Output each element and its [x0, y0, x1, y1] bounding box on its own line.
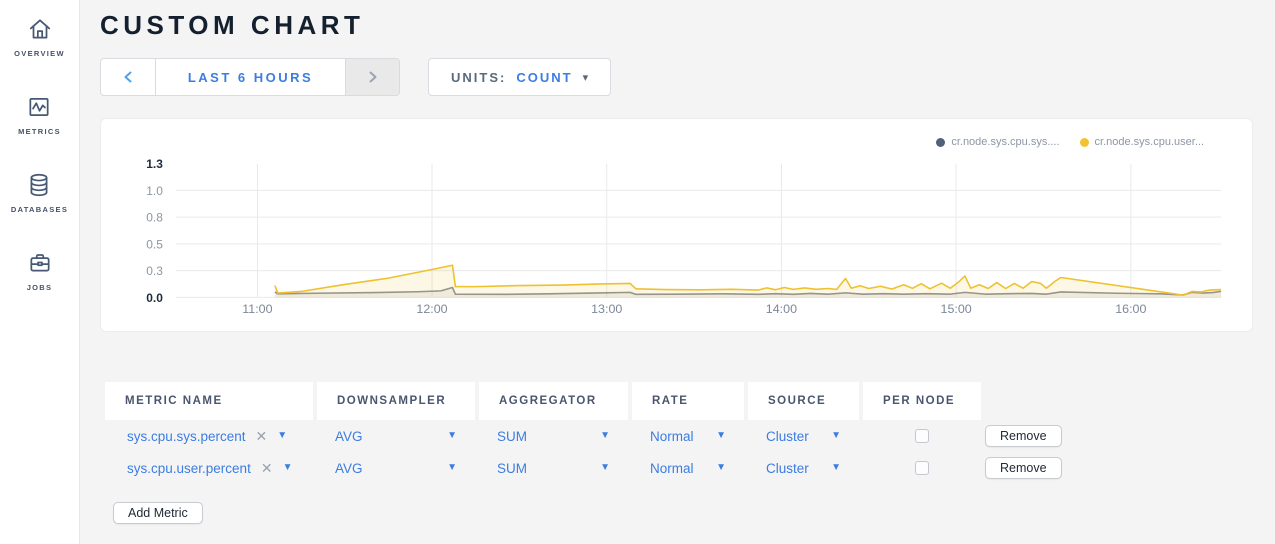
- metric-name-value: sys.cpu.user.percent: [127, 461, 251, 476]
- chevron-down-icon: ▼: [277, 431, 287, 441]
- metric-name-dropdown[interactable]: sys.cpu.sys.percent ✕ ▼: [105, 420, 313, 452]
- sidebar-item-label: OVERVIEW: [14, 49, 65, 58]
- per-node-checkbox[interactable]: [915, 429, 929, 443]
- aggregator-value: SUM: [497, 429, 527, 444]
- sidebar-item-metrics[interactable]: METRICS: [18, 94, 61, 136]
- chevron-down-icon: ▼: [447, 463, 457, 473]
- source-dropdown[interactable]: Cluster ▼: [748, 452, 859, 484]
- rate-value: Normal: [650, 429, 694, 444]
- chart-card: cr.node.sys.cpu.sys.... cr.node.sys.cpu.u…: [100, 118, 1253, 332]
- units-label: UNITS:: [451, 70, 506, 85]
- aggregator-dropdown[interactable]: SUM ▼: [479, 420, 628, 452]
- per-node-cell: [863, 452, 981, 484]
- main-content: CUSTOM CHART LAST 6 HOURS UNITS: COUNT ▾…: [80, 0, 1275, 544]
- sidebar-item-databases[interactable]: DATABASES: [11, 172, 68, 214]
- column-header-metric-name: METRIC NAME: [105, 382, 313, 420]
- column-header-rate: RATE: [632, 382, 744, 420]
- add-metric-button[interactable]: Add Metric: [113, 502, 203, 524]
- chevron-down-icon: ▼: [831, 431, 841, 441]
- source-dropdown[interactable]: Cluster ▼: [748, 420, 859, 452]
- sidebar: OVERVIEW METRICS DATABASES: [0, 0, 80, 544]
- clear-metric-icon[interactable]: ✕: [256, 429, 268, 443]
- remove-metric-button[interactable]: Remove: [985, 457, 1062, 479]
- chart-legend: cr.node.sys.cpu.sys.... cr.node.sys.cpu.u…: [936, 136, 1204, 148]
- chevron-down-icon: ▼: [600, 431, 610, 441]
- chevron-down-icon: ▼: [600, 463, 610, 473]
- svg-text:1.3: 1.3: [146, 157, 163, 171]
- sidebar-item-overview[interactable]: OVERVIEW: [14, 16, 65, 58]
- column-header-downsampler: DOWNSAMPLER: [317, 382, 475, 420]
- chevron-down-icon: ▼: [831, 463, 841, 473]
- actions-cell: Remove: [985, 452, 1115, 484]
- downsampler-dropdown[interactable]: AVG ▼: [317, 420, 475, 452]
- sidebar-item-label: JOBS: [27, 283, 53, 292]
- chevron-down-icon: ▼: [447, 431, 457, 441]
- column-header-actions: [985, 382, 1115, 420]
- add-metric-wrap: Add Metric: [113, 502, 1275, 524]
- chevron-down-icon: ▼: [716, 431, 726, 441]
- briefcase-icon: [27, 250, 53, 276]
- rate-dropdown[interactable]: Normal ▼: [632, 420, 744, 452]
- clear-metric-icon[interactable]: ✕: [261, 461, 273, 475]
- units-value: COUNT: [516, 70, 572, 85]
- svg-text:0.5: 0.5: [146, 237, 163, 251]
- svg-text:13:00: 13:00: [591, 302, 622, 316]
- sidebar-item-label: DATABASES: [11, 205, 68, 214]
- chevron-left-icon: [123, 71, 133, 83]
- svg-text:11:00: 11:00: [242, 302, 272, 316]
- home-icon: [27, 16, 53, 42]
- sidebar-item-jobs[interactable]: JOBS: [27, 250, 53, 292]
- metrics-icon: [26, 94, 52, 120]
- chevron-right-icon: [368, 71, 378, 83]
- svg-text:16:00: 16:00: [1115, 302, 1146, 316]
- svg-text:15:00: 15:00: [941, 302, 972, 316]
- per-node-cell: [863, 420, 981, 452]
- page-title: CUSTOM CHART: [100, 10, 1275, 41]
- legend-label: cr.node.sys.cpu.sys....: [951, 136, 1059, 148]
- time-window-selector: LAST 6 HOURS: [100, 58, 400, 96]
- chart-series-1: [275, 265, 1221, 297]
- legend-label: cr.node.sys.cpu.user...: [1095, 136, 1204, 148]
- database-icon: [26, 172, 52, 198]
- svg-text:0.0: 0.0: [146, 291, 163, 305]
- svg-text:1.0: 1.0: [146, 184, 163, 198]
- legend-dot-icon: [1080, 138, 1089, 147]
- metric-name-dropdown[interactable]: sys.cpu.user.percent ✕ ▼: [105, 452, 313, 484]
- time-window-dropdown[interactable]: LAST 6 HOURS: [156, 59, 345, 95]
- downsampler-value: AVG: [335, 429, 363, 444]
- units-selector[interactable]: UNITS: COUNT ▾: [428, 58, 611, 96]
- legend-item[interactable]: cr.node.sys.cpu.user...: [1080, 136, 1204, 148]
- metric-name-value: sys.cpu.sys.percent: [127, 429, 246, 444]
- actions-cell: Remove: [985, 420, 1115, 452]
- time-window-next-button[interactable]: [345, 59, 399, 95]
- time-window-prev-button[interactable]: [101, 59, 156, 95]
- svg-text:0.8: 0.8: [146, 211, 163, 225]
- chevron-down-icon: ▼: [716, 463, 726, 473]
- metrics-table: METRIC NAME DOWNSAMPLER AGGREGATOR RATE …: [105, 382, 1275, 484]
- remove-metric-button[interactable]: Remove: [985, 425, 1062, 447]
- source-value: Cluster: [766, 461, 809, 476]
- legend-item[interactable]: cr.node.sys.cpu.sys....: [936, 136, 1059, 148]
- downsampler-value: AVG: [335, 461, 363, 476]
- downsampler-dropdown[interactable]: AVG ▼: [317, 452, 475, 484]
- chevron-down-icon: ▾: [583, 71, 589, 84]
- source-value: Cluster: [766, 429, 809, 444]
- app-root: OVERVIEW METRICS DATABASES: [0, 0, 1275, 544]
- rate-dropdown[interactable]: Normal ▼: [632, 452, 744, 484]
- sidebar-item-label: METRICS: [18, 127, 61, 136]
- column-header-source: SOURCE: [748, 382, 859, 420]
- per-node-checkbox[interactable]: [915, 461, 929, 475]
- aggregator-dropdown[interactable]: SUM ▼: [479, 452, 628, 484]
- aggregator-value: SUM: [497, 461, 527, 476]
- svg-text:12:00: 12:00: [416, 302, 447, 316]
- svg-text:14:00: 14:00: [766, 302, 797, 316]
- rate-value: Normal: [650, 461, 694, 476]
- svg-text:0.3: 0.3: [146, 264, 163, 278]
- column-header-aggregator: AGGREGATOR: [479, 382, 628, 420]
- custom-chart: 11:00 12:00 13:00 14:00 15:00 16:00 0.0 0.3 0.5 0…: [101, 119, 1252, 331]
- chevron-down-icon: ▼: [283, 463, 293, 473]
- column-header-per-node: PER NODE: [863, 382, 981, 420]
- toolbar: LAST 6 HOURS UNITS: COUNT ▾: [100, 58, 1275, 96]
- legend-dot-icon: [936, 138, 945, 147]
